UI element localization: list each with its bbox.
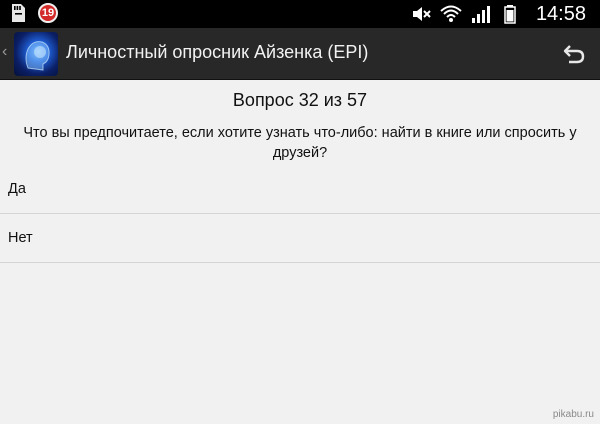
back-button[interactable] [560, 40, 588, 68]
clock: 14:58 [535, 2, 586, 25]
app-title: Личностный опросник Айзенка (EPI) [66, 42, 369, 62]
up-caret-icon[interactable]: ‹ [2, 43, 7, 61]
wifi-icon [440, 5, 462, 22]
status-bar: 19 14:58 [0, 0, 600, 28]
sd-card-icon [12, 4, 25, 22]
question-text: Что вы предпочитаете, если хотите узнать… [23, 125, 577, 161]
notification-badge-icon: 19 [38, 3, 58, 23]
app-logo-icon[interactable] [14, 32, 58, 76]
signal-icon [471, 6, 490, 23]
question-counter: Вопрос 32 из 57 [232, 90, 368, 110]
mute-icon [412, 7, 431, 21]
answer-list: Да Нет [0, 165, 600, 263]
watermark: pikabu.ru [552, 409, 594, 420]
back-arrow-icon [563, 45, 585, 64]
action-bar: ‹ Личностный опросник Айзенка (EPI) [0, 28, 600, 80]
answer-option-yes[interactable]: Да [0, 165, 600, 214]
battery-icon [504, 5, 516, 24]
answer-option-no[interactable]: Нет [0, 214, 600, 263]
